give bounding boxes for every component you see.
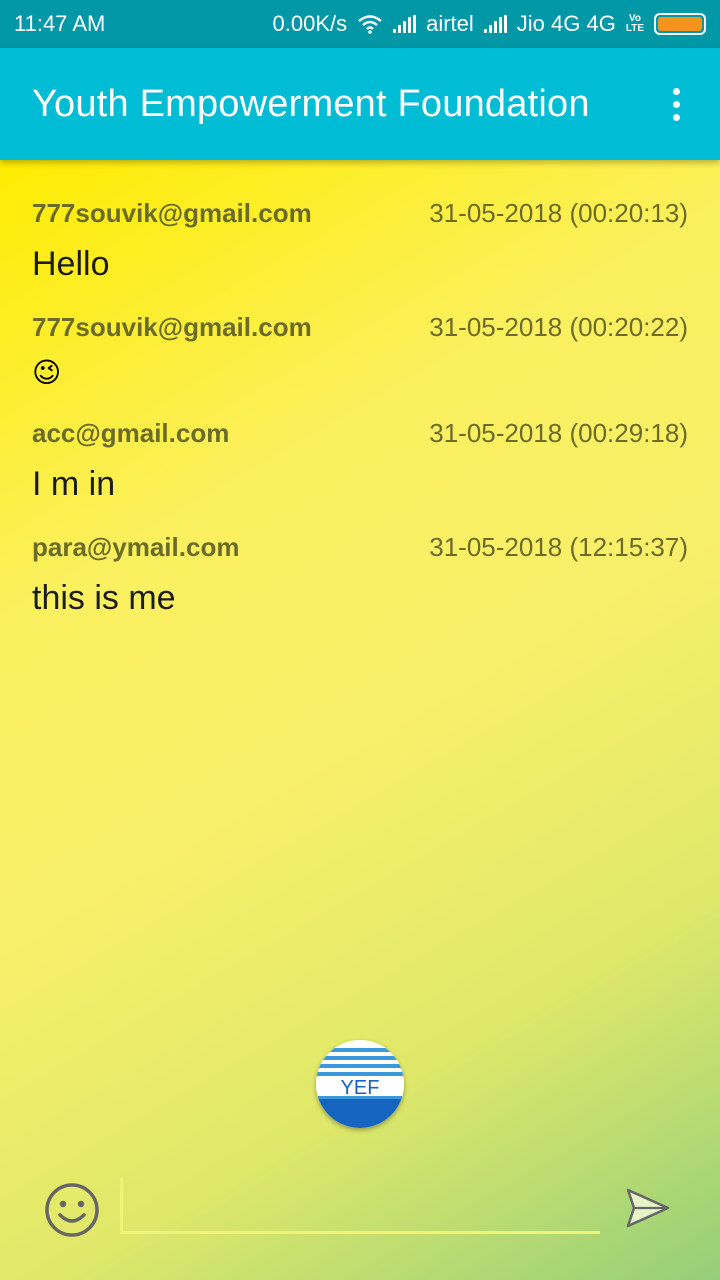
message-timestamp: 31-05-2018 (00:20:13) [429, 197, 688, 228]
yef-logo-graphic: YEF [316, 1040, 404, 1128]
message-item: acc@gmail.com 31-05-2018 (00:29:18) I m … [32, 416, 688, 504]
message-sender: para@ymail.com [32, 531, 240, 562]
status-indicators: 0.00K/s airtel Jio 4G 4G Vo LTE [272, 11, 706, 37]
volte-line2: LTE [625, 23, 644, 34]
message-item: 777souvik@gmail.com 31-05-2018 (00:20:22… [32, 310, 688, 390]
more-vert-icon[interactable] [665, 78, 688, 131]
message-text: I m in [32, 465, 116, 503]
message-item: para@ymail.com 31-05-2018 (12:15:37) thi… [32, 530, 688, 618]
message-text: this is me [32, 579, 176, 617]
message-timestamp: 31-05-2018 (00:29:18) [429, 417, 688, 448]
message-composer [0, 1160, 720, 1280]
battery-icon [654, 13, 706, 35]
message-sender: 777souvik@gmail.com [32, 197, 312, 228]
wifi-icon [358, 15, 382, 34]
message-item: 777souvik@gmail.com 31-05-2018 (00:20:13… [32, 196, 688, 284]
message-timestamp: 31-05-2018 (12:15:37) [429, 531, 688, 562]
message-timestamp: 31-05-2018 (00:20:22) [429, 311, 688, 342]
message-list: 777souvik@gmail.com 31-05-2018 (00:20:13… [0, 160, 720, 618]
message-sender: acc@gmail.com [32, 417, 230, 448]
carrier-1: airtel [426, 11, 474, 36]
app-title: Youth Empowerment Foundation [32, 82, 590, 125]
message-sender: 777souvik@gmail.com [32, 311, 312, 342]
message-input[interactable] [120, 1178, 600, 1234]
yef-logo-text: YEF [341, 1077, 380, 1099]
status-time: 11:47 AM [14, 11, 106, 36]
message-text: 😉 [32, 357, 62, 388]
signal-icon-1 [393, 15, 417, 33]
chat-area: 777souvik@gmail.com 31-05-2018 (00:20:13… [0, 160, 720, 1280]
message-text: Hello [32, 245, 110, 283]
net-speed: 0.00K/s [272, 11, 348, 36]
smiley-icon[interactable] [42, 1180, 102, 1240]
send-icon[interactable] [624, 1186, 672, 1230]
signal-icon-2 [483, 15, 507, 33]
app-bar: Youth Empowerment Foundation [0, 48, 720, 160]
yef-logo: YEF [316, 1040, 404, 1128]
battery-level [658, 17, 702, 31]
volte-icon: Vo LTE [626, 14, 644, 34]
carrier-2: Jio 4G 4G [516, 11, 616, 36]
status-bar: 11:47 AM 0.00K/s airtel Jio 4G 4G Vo LTE [0, 0, 720, 48]
